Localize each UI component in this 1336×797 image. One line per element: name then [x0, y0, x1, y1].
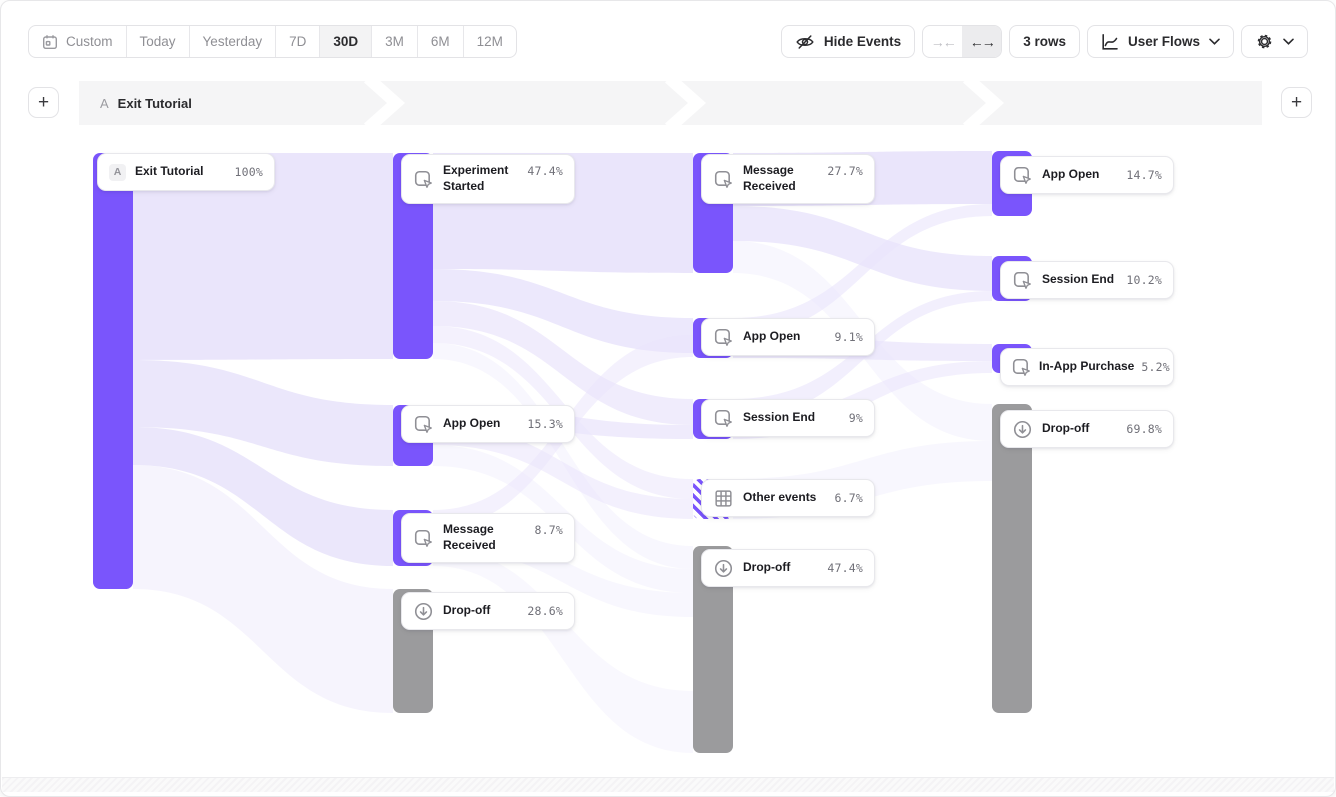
node-card-experiment-started[interactable]: Experiment Started 47.4% — [401, 154, 575, 204]
arrow-down-circle-icon — [713, 558, 734, 579]
event-cursor-icon — [1012, 165, 1033, 186]
node-card-app-open-4[interactable]: App Open 14.7% — [1000, 156, 1174, 194]
node-card-app-open-3[interactable]: App Open 9.1% — [701, 318, 875, 356]
node-card-drop-off-3[interactable]: Drop-off 47.4% — [701, 549, 875, 587]
event-cursor-icon — [713, 327, 734, 348]
flow-links — [133, 151, 992, 753]
node-card-message-received-2[interactable]: Message Received 8.7% — [401, 513, 575, 563]
grid-icon — [713, 488, 734, 509]
user-flows-panel: Custom Today Yesterday 7D 30D 3M 6M 12M — [0, 0, 1336, 797]
event-cursor-icon — [1011, 357, 1032, 378]
event-cursor-icon — [413, 169, 434, 190]
node-card-other-events-3[interactable]: Other events 6.7% — [701, 479, 875, 517]
event-cursor-icon — [713, 408, 734, 429]
step-a-badge: A — [109, 164, 126, 181]
node-card-message-received-3[interactable]: Message Received 27.7% — [701, 154, 875, 204]
sankey-links-layer — [1, 1, 1336, 797]
arrow-down-circle-icon — [1012, 419, 1033, 440]
sankey-bar-exit-tutorial[interactable] — [93, 153, 133, 589]
sankey-chart: A Exit Tutorial 100% Experiment Started … — [1, 1, 1335, 796]
node-card-app-open-2[interactable]: App Open 15.3% — [401, 405, 575, 443]
node-card-session-end-4[interactable]: Session End 10.2% — [1000, 261, 1174, 299]
node-card-session-end-3[interactable]: Session End 9% — [701, 399, 875, 437]
event-cursor-icon — [713, 169, 734, 190]
arrow-down-circle-icon — [413, 601, 434, 622]
event-cursor-icon — [413, 414, 434, 435]
node-card-drop-off-4[interactable]: Drop-off 69.8% — [1000, 410, 1174, 448]
event-cursor-icon — [413, 528, 434, 549]
event-cursor-icon — [1012, 270, 1033, 291]
node-card-drop-off-2[interactable]: Drop-off 28.6% — [401, 592, 575, 630]
sankey-bar-drop-off-4[interactable] — [992, 404, 1032, 713]
node-card-in-app-purchase-4[interactable]: In-App Purchase 5.2% — [1000, 348, 1174, 386]
node-card-exit-tutorial[interactable]: A Exit Tutorial 100% — [97, 153, 275, 191]
